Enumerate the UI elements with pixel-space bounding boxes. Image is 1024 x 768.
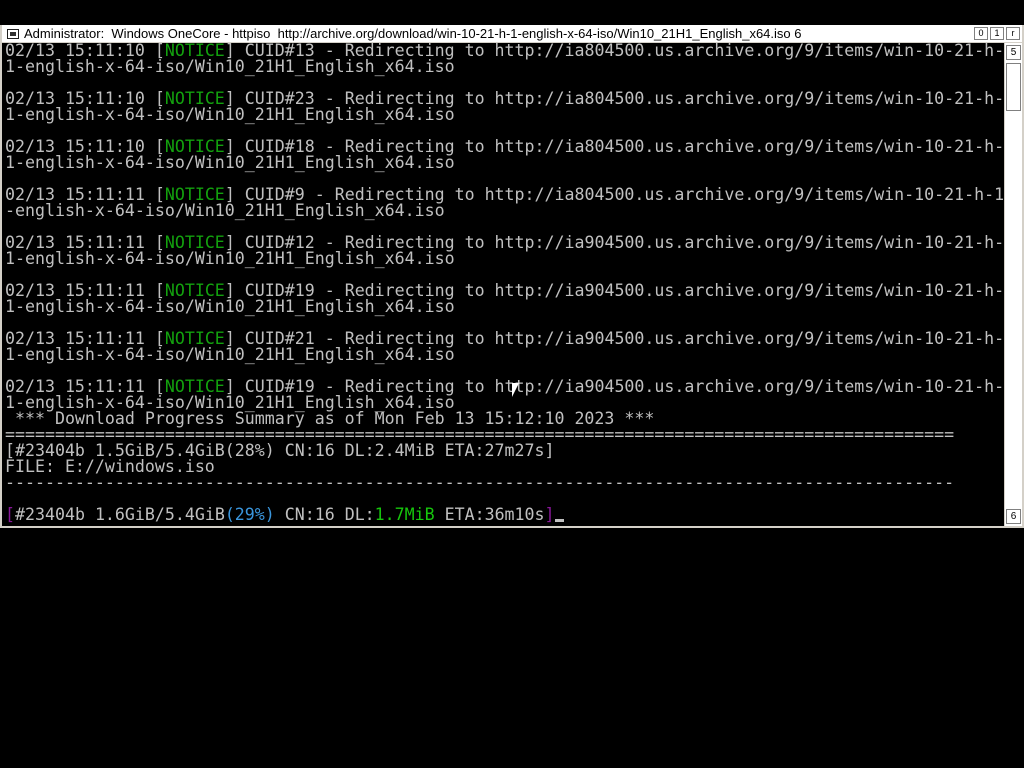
console-window-icon[interactable] [7,29,19,39]
window-title: Administrator: Windows OneCore - httpiso… [24,26,802,41]
log-line-wrap: -english-x-64-iso/Win10_21H1_English_x64… [5,201,445,220]
text-cursor [554,519,564,522]
log-line-wrap: 1-english-x-64-iso/Win10_21H1_English_x6… [5,57,455,76]
console-output[interactable]: 02/13 15:11:10 [NOTICE] CUID#13 - Redire… [2,43,1004,526]
maximize-button[interactable]: 1 [990,27,1004,40]
scroll-down-button[interactable]: 6 [1006,509,1021,524]
log-line-wrap: 1-english-x-64-iso/Win10_21H1_English_x6… [5,345,455,364]
scroll-up-button[interactable]: 5 [1006,45,1021,60]
title-bar[interactable]: Administrator: Windows OneCore - httpiso… [2,25,1022,43]
log-line-wrap: 1-english-x-64-iso/Win10_21H1_English_x6… [5,105,455,124]
title-buttons: 0 1 r [974,27,1020,40]
single-rule: ----------------------------------------… [5,473,955,492]
scroll-thumb[interactable] [1006,63,1021,111]
log-line-wrap: 1-english-x-64-iso/Win10_21H1_English_x6… [5,297,455,316]
close-button[interactable]: r [1006,27,1020,40]
log-line-wrap: 1-english-x-64-iso/Win10_21H1_English_x6… [5,153,455,172]
mouse-pointer-icon [512,383,519,397]
minimize-button[interactable]: 0 [974,27,988,40]
live-progress-line: [#23404b 1.6GiB/5.4GiB(29%) CN:16 DL:1.7… [5,506,1004,523]
console-text: 02/13 15:11:10 [NOTICE] CUID#13 - Redire… [2,43,1004,523]
log-line-wrap: 1-english-x-64-iso/Win10_21H1_English_x6… [5,249,455,268]
console-window: Administrator: Windows OneCore - httpiso… [0,25,1024,528]
vertical-scrollbar[interactable]: 5 6 [1004,43,1022,526]
